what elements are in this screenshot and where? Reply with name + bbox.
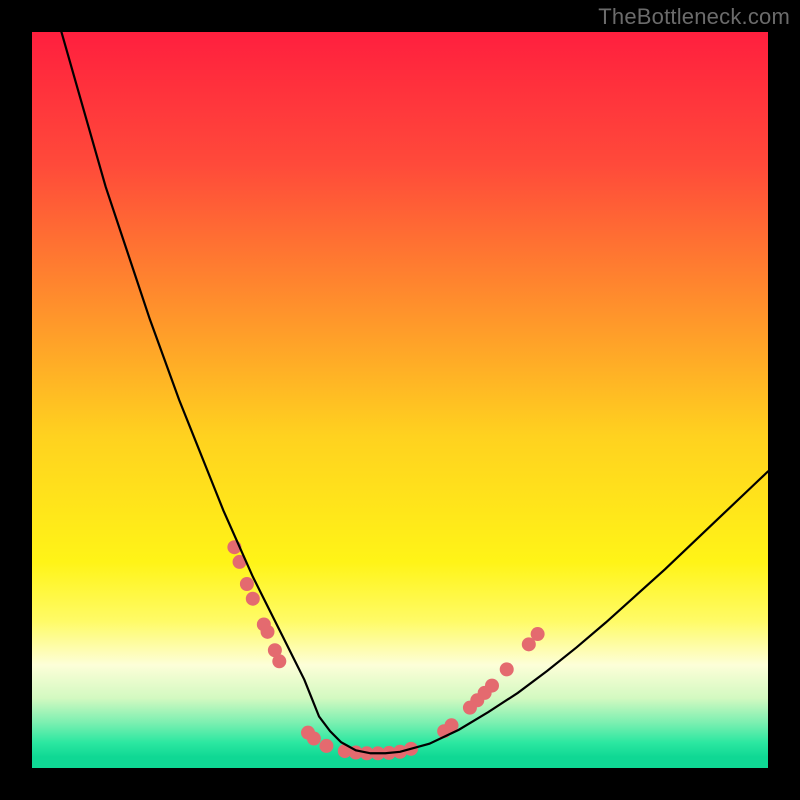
data-dot	[261, 625, 275, 639]
data-dot	[485, 679, 499, 693]
bottleneck-curve	[61, 32, 768, 753]
data-dots-group	[227, 540, 544, 760]
data-dot	[272, 654, 286, 668]
chart-frame: TheBottleneck.com	[0, 0, 800, 800]
data-dot	[246, 592, 260, 606]
plot-area	[32, 32, 768, 768]
data-dot	[319, 739, 333, 753]
data-dot	[500, 662, 514, 676]
data-dot	[240, 577, 254, 591]
chart-svg	[32, 32, 768, 768]
data-dot	[531, 627, 545, 641]
data-dot	[307, 732, 321, 746]
watermark-label: TheBottleneck.com	[598, 4, 790, 30]
